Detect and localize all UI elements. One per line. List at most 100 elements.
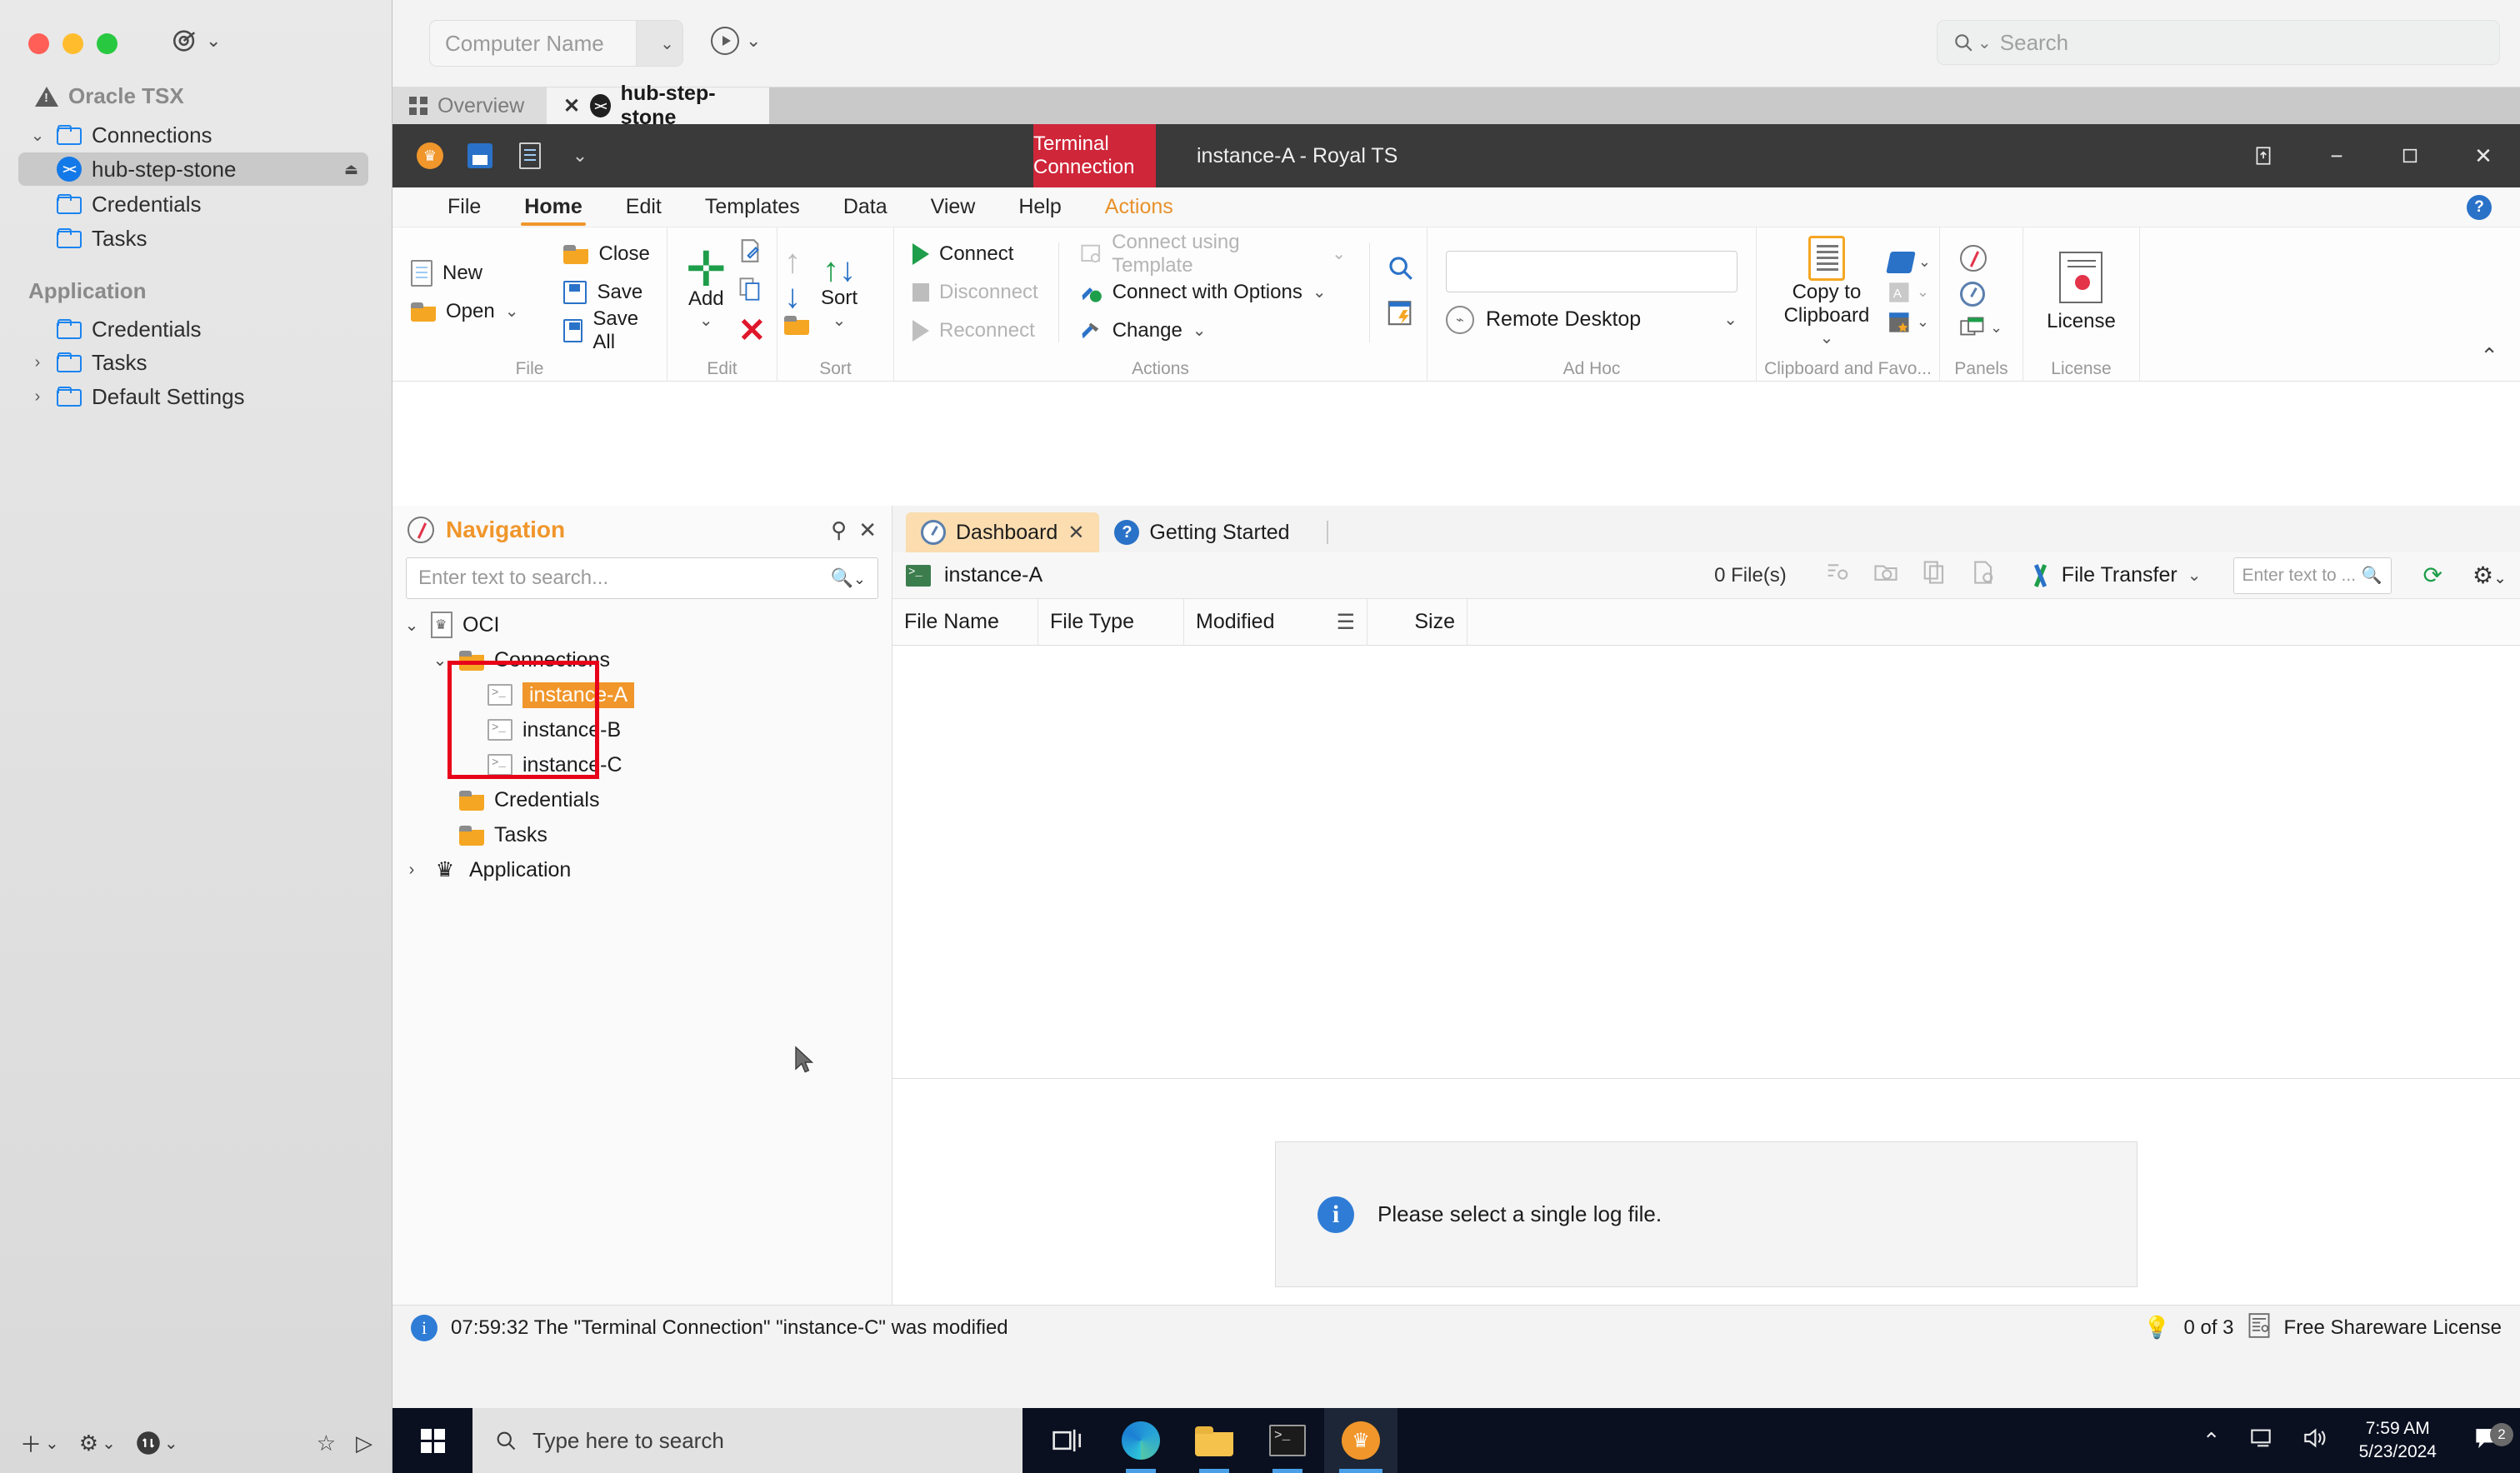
navigation-search-input[interactable]: Enter text to search... 🔍⌄ xyxy=(406,557,878,599)
chevron-right-icon[interactable]: › xyxy=(28,387,47,407)
chevron-down-icon[interactable]: ⌄ xyxy=(1978,32,1992,53)
edit-properties-icon[interactable] xyxy=(738,237,767,268)
taskbar-search-input[interactable]: Type here to search xyxy=(472,1408,1022,1473)
new-button[interactable]: New xyxy=(404,254,525,292)
royal-ts-icon[interactable]: ♛ xyxy=(1324,1408,1398,1473)
tree-item-application[interactable]: › ♛ Application xyxy=(392,852,892,887)
menu-file[interactable]: File xyxy=(426,187,502,227)
refresh-icon[interactable]: ⟳ xyxy=(2423,562,2442,589)
mac-item-hub-step-stone[interactable]: >< hub-step-stone ⏏ xyxy=(18,152,368,186)
close-icon[interactable]: ✕ xyxy=(1068,521,1084,545)
windows-panel-icon[interactable]: ⌄ xyxy=(1960,317,2002,340)
connect-button[interactable]: Connect xyxy=(906,235,1045,273)
save-icon[interactable] xyxy=(466,142,494,170)
minimize-window-button[interactable] xyxy=(62,33,83,54)
tab-overview[interactable]: Overview xyxy=(392,87,547,124)
chevron-right-icon[interactable]: › xyxy=(402,861,421,880)
unpin-icon[interactable]: ⚲ xyxy=(831,517,847,543)
change-button[interactable]: Change ⌄ xyxy=(1072,312,1352,350)
maximize-icon[interactable] xyxy=(2373,124,2447,187)
mac-item-app-credentials[interactable]: Credentials xyxy=(18,312,368,346)
delete-file-icon[interactable] xyxy=(1970,560,1995,591)
new-document-icon[interactable] xyxy=(516,142,544,170)
close-button[interactable]: Close xyxy=(557,235,656,273)
tree-item-oci[interactable]: ⌄ OCI xyxy=(392,607,892,642)
favorites-icon[interactable]: ⌄ xyxy=(1888,312,1931,333)
chevron-down-icon[interactable]: ⌄ xyxy=(402,615,421,636)
copy-file-icon[interactable] xyxy=(1922,560,1947,591)
connect-play-button[interactable]: ⌄ xyxy=(711,27,761,55)
chevron-down-icon[interactable]: ⌄ xyxy=(832,310,847,331)
move-up-icon[interactable]: ↑ xyxy=(784,245,809,278)
show-hidden-icons[interactable]: ⌃ xyxy=(2189,1428,2234,1454)
menu-data[interactable]: Data xyxy=(822,187,909,227)
add-button[interactable]: ✛ Add ⌄ xyxy=(674,253,738,331)
disconnect-button[interactable]: Disconnect xyxy=(906,273,1045,312)
file-transfer-button[interactable]: File Transfer ⌄ xyxy=(2028,563,2202,587)
duplicate-icon[interactable] xyxy=(738,277,767,306)
royal-ts-icon[interactable]: ♛ xyxy=(416,142,444,170)
navigation-panel-icon[interactable] xyxy=(1960,245,1987,272)
filter-icon[interactable]: ☰ xyxy=(1337,610,1355,635)
license-icon[interactable] xyxy=(2248,1313,2271,1342)
chevron-down-icon[interactable]: ⌄ xyxy=(1192,320,1207,341)
add-icon[interactable]: ＋⌄ xyxy=(20,1428,59,1459)
license-button[interactable]: License xyxy=(2035,252,2128,333)
network-icon[interactable] xyxy=(2234,1426,2288,1456)
help-icon[interactable]: ? xyxy=(2467,195,2492,220)
play-icon[interactable]: ▷ xyxy=(356,1431,372,1456)
edge-icon[interactable] xyxy=(1104,1408,1178,1473)
column-header-size[interactable]: Size xyxy=(1368,599,1468,646)
file-explorer-icon[interactable] xyxy=(1178,1408,1251,1473)
chevron-down-icon[interactable]: ⌄ xyxy=(505,301,519,322)
mac-item-default-settings[interactable]: › Default Settings xyxy=(18,380,368,413)
close-icon[interactable]: ✕ xyxy=(563,94,580,118)
minimize-icon[interactable]: − xyxy=(2300,124,2373,187)
chevron-down-icon[interactable]: ⌄ xyxy=(1723,309,1738,330)
chevron-down-icon[interactable]: ⌄ xyxy=(1332,243,1346,264)
column-header-modified[interactable]: Modified ☰ xyxy=(1184,599,1368,646)
add-favorite-icon[interactable]: A ⌄ xyxy=(1888,282,1931,303)
collapse-ribbon-icon[interactable]: ⌃ xyxy=(2480,343,2498,369)
tab-getting-started[interactable]: ? Getting Started xyxy=(1099,512,1304,552)
copy-to-clipboard-button[interactable]: Copy to Clipboard ⌄ xyxy=(1765,236,1888,347)
menu-templates[interactable]: Templates xyxy=(683,187,822,227)
dashboard-panel-icon[interactable] xyxy=(1960,282,1985,307)
target-dropdown-icon[interactable]: ⌄ xyxy=(171,27,221,55)
save-all-button[interactable]: Save All xyxy=(557,312,656,350)
close-icon[interactable]: ✕ xyxy=(858,517,877,543)
bulb-icon[interactable]: 💡 xyxy=(2143,1315,2170,1341)
mac-item-tasks[interactable]: Tasks xyxy=(18,222,368,255)
chevron-down-icon[interactable]: ⌄ xyxy=(28,125,47,146)
column-header-file-type[interactable]: File Type xyxy=(1038,599,1184,646)
folder-search-icon[interactable] xyxy=(1873,560,1898,591)
start-button[interactable] xyxy=(392,1408,472,1473)
gear-icon[interactable]: ⚙⌄ xyxy=(2472,562,2507,589)
delete-icon[interactable]: ✕ xyxy=(738,314,767,347)
command-prompt-icon[interactable] xyxy=(1251,1408,1324,1473)
chevron-right-icon[interactable]: › xyxy=(28,353,47,372)
chevron-down-icon[interactable]: ⌄ xyxy=(699,310,713,331)
adhoc-type-dropdown[interactable]: ⌁ Remote Desktop ⌄ xyxy=(1446,306,1738,334)
star-icon[interactable]: ☆ xyxy=(317,1431,336,1456)
column-header-file-name[interactable]: File Name xyxy=(892,599,1038,646)
connect-with-options-button[interactable]: Connect with Options ⌄ xyxy=(1072,273,1352,312)
mac-item-app-tasks[interactable]: › Tasks xyxy=(18,346,368,379)
search-icon[interactable]: 🔍⌄ xyxy=(831,567,867,589)
eject-icon[interactable]: ⏏ xyxy=(344,161,358,178)
search-input[interactable]: ⌄ Search xyxy=(1937,20,2500,65)
connect-using-template-button[interactable]: Connect using Template ⌄ xyxy=(1072,235,1352,273)
maximize-window-button[interactable] xyxy=(97,33,118,54)
close-icon[interactable]: ✕ xyxy=(2447,124,2520,187)
menu-home[interactable]: Home xyxy=(502,187,603,227)
file-search-input[interactable]: Enter text to ... 🔍 xyxy=(2233,557,2392,594)
clock[interactable]: 7:59 AM 5/23/2024 xyxy=(2341,1417,2455,1465)
menu-actions[interactable]: Actions xyxy=(1083,187,1195,227)
menu-help[interactable]: Help xyxy=(997,187,1082,227)
notifications-icon[interactable]: 2 xyxy=(2455,1426,2520,1456)
mac-item-connections[interactable]: ⌄ Connections xyxy=(18,118,368,152)
close-window-button[interactable] xyxy=(28,33,49,54)
find-icon[interactable] xyxy=(1387,254,1415,287)
license-label[interactable]: Free Shareware License xyxy=(2284,1316,2502,1340)
tab-dashboard[interactable]: Dashboard ✕ xyxy=(906,512,1099,552)
